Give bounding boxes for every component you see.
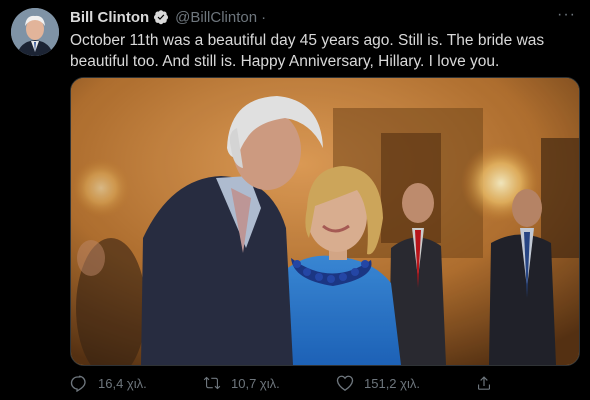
header-separator: ·	[261, 8, 267, 26]
retweet-count: 10,7 χιλ.	[231, 375, 280, 391]
like-button[interactable]: 151,2 χιλ.	[336, 374, 420, 392]
avatar-image	[11, 8, 59, 56]
share-button[interactable]	[475, 374, 503, 392]
like-count: 151,2 χιλ.	[364, 375, 420, 391]
retweet-icon	[203, 376, 221, 390]
retweet-button[interactable]: 10,7 χιλ.	[203, 374, 280, 392]
verified-badge-icon	[153, 9, 169, 25]
tweet-photo[interactable]	[70, 77, 580, 366]
author-handle[interactable]: @BillClinton	[175, 9, 257, 26]
tweet-text: October 11th was a beautiful day 45 year…	[70, 32, 545, 70]
avatar[interactable]	[11, 8, 59, 56]
anniversary-photo	[71, 78, 579, 365]
tweet-actions: 16,4 χιλ. 10,7 χιλ. 151,2 χιλ.	[70, 372, 570, 394]
reply-button[interactable]: 16,4 χιλ.	[70, 374, 147, 392]
more-dots-icon[interactable]: ···	[557, 6, 576, 24]
tweet-header: Bill Clinton @BillClinton ·	[70, 8, 266, 26]
reply-icon	[70, 375, 86, 392]
heart-icon	[336, 375, 354, 392]
reply-count: 16,4 χιλ.	[98, 375, 147, 391]
share-icon	[478, 376, 490, 390]
author-name[interactable]: Bill Clinton	[70, 9, 149, 26]
